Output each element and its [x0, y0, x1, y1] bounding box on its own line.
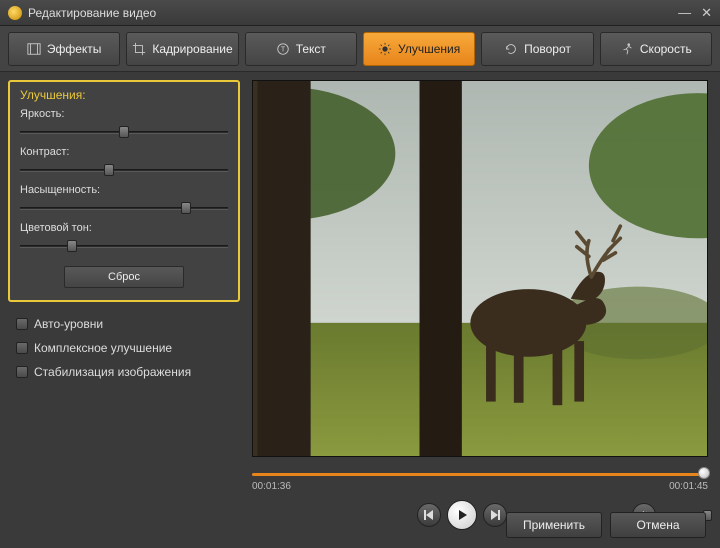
app-logo-icon: [8, 6, 22, 20]
skip-back-icon: [423, 509, 435, 521]
check-label: Стабилизация изображения: [34, 365, 191, 379]
play-icon: [455, 508, 469, 522]
close-icon[interactable]: ✕: [701, 5, 712, 21]
tab-text[interactable]: T Текст: [245, 32, 357, 66]
tab-label: Текст: [296, 42, 326, 56]
sun-icon: [378, 42, 392, 56]
saturation-label: Насыщенность:: [20, 184, 228, 196]
check-label: Авто-уровни: [34, 317, 103, 331]
time-current: 00:01:36: [252, 481, 291, 492]
stabilization-row[interactable]: Стабилизация изображения: [8, 360, 240, 384]
saturation-slider[interactable]: [20, 200, 228, 216]
cancel-button[interactable]: Отмена: [610, 512, 706, 538]
brightness-slider[interactable]: [20, 124, 228, 140]
cancel-label: Отмена: [636, 518, 679, 532]
complex-enhance-row[interactable]: Комплексное улучшение: [8, 336, 240, 360]
tab-label: Скорость: [640, 42, 692, 56]
reset-button[interactable]: Сброс: [64, 266, 184, 288]
auto-levels-row[interactable]: Авто-уровни: [8, 312, 240, 336]
check-label: Комплексное улучшение: [34, 341, 172, 355]
tab-label: Эффекты: [47, 42, 102, 56]
svg-text:T: T: [281, 46, 286, 53]
contrast-label: Контраст:: [20, 146, 228, 158]
tab-label: Кадрирование: [152, 42, 232, 56]
hue-label: Цветовой тон:: [20, 222, 228, 234]
checkbox-icon[interactable]: [16, 318, 28, 330]
window-title: Редактирование видео: [28, 6, 156, 20]
next-button[interactable]: [483, 503, 507, 527]
play-button[interactable]: [447, 500, 477, 530]
rotate-icon: [504, 42, 518, 56]
reset-label: Сброс: [108, 271, 140, 283]
brightness-label: Яркость:: [20, 108, 228, 120]
video-preview: [252, 80, 708, 457]
tab-label: Поворот: [524, 42, 571, 56]
enhancements-panel: Улучшения: Яркость: Контраст: Насыщеннос…: [8, 80, 240, 302]
checkbox-icon[interactable]: [16, 366, 28, 378]
tab-rotate[interactable]: Поворот: [481, 32, 593, 66]
timeline-slider[interactable]: [252, 469, 708, 479]
apply-label: Применить: [523, 518, 585, 532]
hue-slider[interactable]: [20, 238, 228, 254]
tab-effects[interactable]: Эффекты: [8, 32, 120, 66]
film-icon: [27, 42, 41, 56]
tab-crop[interactable]: Кадрирование: [126, 32, 238, 66]
runner-icon: [620, 42, 634, 56]
prev-button[interactable]: [417, 503, 441, 527]
tab-enhance[interactable]: Улучшения: [363, 32, 475, 66]
checkbox-icon[interactable]: [16, 342, 28, 354]
tab-speed[interactable]: Скорость: [600, 32, 712, 66]
panel-title: Улучшения:: [20, 88, 228, 102]
skip-forward-icon: [489, 509, 501, 521]
tab-label: Улучшения: [398, 42, 460, 56]
apply-button[interactable]: Применить: [506, 512, 602, 538]
crop-icon: [132, 42, 146, 56]
minimize-icon[interactable]: —: [678, 5, 691, 21]
contrast-slider[interactable]: [20, 162, 228, 178]
time-total: 00:01:45: [669, 481, 708, 492]
timeline-thumb[interactable]: [698, 467, 710, 479]
text-icon: T: [276, 42, 290, 56]
